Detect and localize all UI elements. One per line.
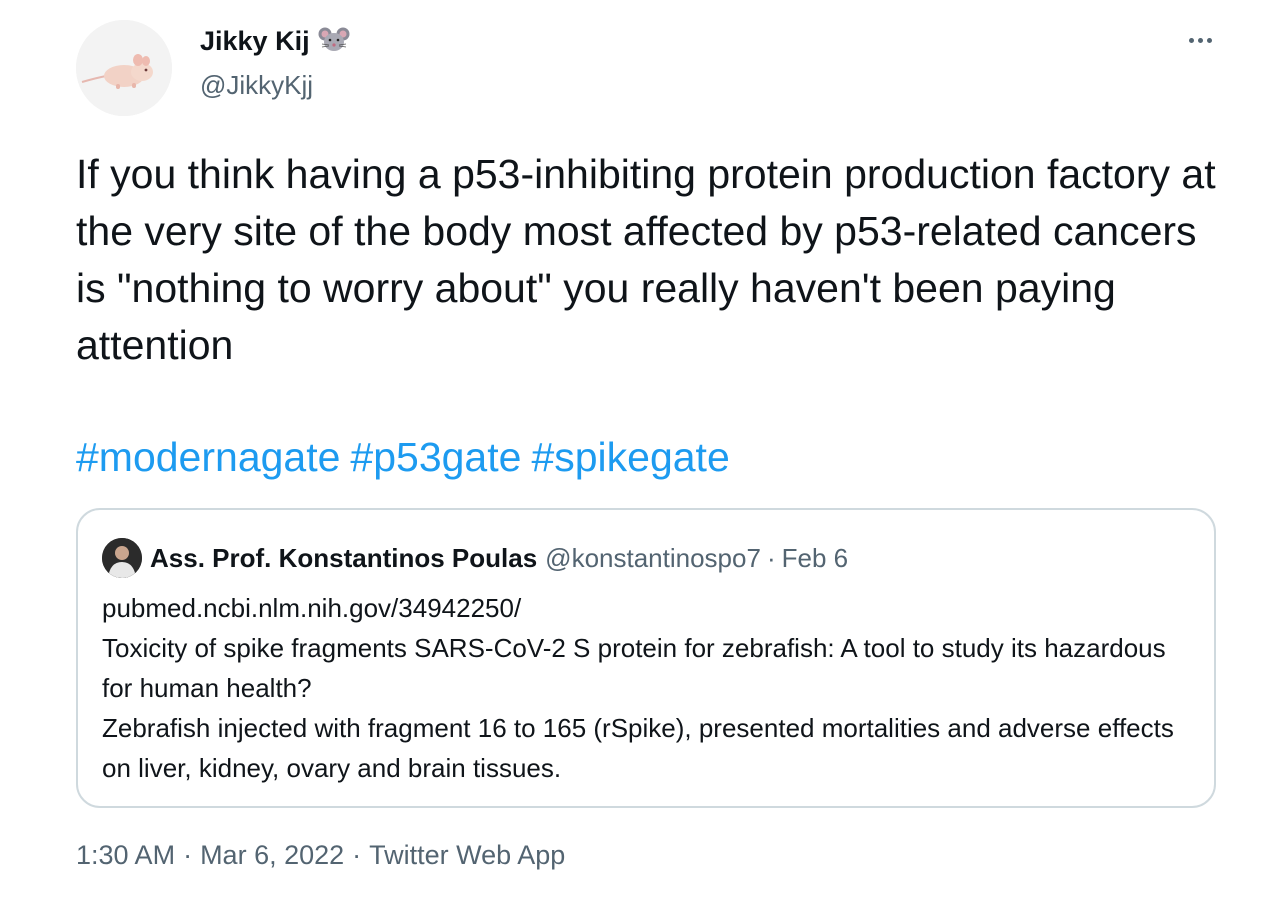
tweet-source[interactable]: Twitter Web App xyxy=(369,840,565,870)
mouse-face-icon xyxy=(318,26,350,57)
hashtag-link[interactable]: #spikegate xyxy=(531,434,729,480)
author-name-row: Jikky Kij xyxy=(200,26,350,57)
author-avatar[interactable] xyxy=(76,20,172,116)
author-handle[interactable]: @JikkyKjj xyxy=(200,70,313,101)
quoted-link-line: pubmed.ncbi.nlm.nih.gov/34942250/ xyxy=(102,593,522,623)
quoted-author-avatar[interactable] xyxy=(102,538,142,578)
quoted-tweet-body: pubmed.ncbi.nlm.nih.gov/34942250/ Toxici… xyxy=(102,588,1182,788)
quoted-author-name[interactable]: Ass. Prof. Konstantinos Poulas xyxy=(150,543,537,574)
tweet-time[interactable]: 1:30 AM xyxy=(76,840,175,870)
quoted-date[interactable]: Feb 6 xyxy=(782,543,849,574)
tweet-footer: 1:30 AM · Mar 6, 2022 · Twitter Web App xyxy=(76,840,565,871)
author-display-name[interactable]: Jikky Kij xyxy=(200,26,310,57)
hashtag-link[interactable]: #modernagate xyxy=(76,434,340,480)
quoted-tweet-header: Ass. Prof. Konstantinos Poulas @konstant… xyxy=(102,538,848,578)
mouse-avatar-image xyxy=(76,20,172,116)
tweet-card: Jikky Kij @JikkyKjj If you think having … xyxy=(0,0,1284,898)
quoted-author-handle[interactable]: @konstantinospo7 xyxy=(545,543,761,574)
more-options-button[interactable] xyxy=(1178,26,1222,54)
quoted-summary-line: Zebrafish injected with fragment 16 to 1… xyxy=(102,713,1174,783)
more-dot xyxy=(1188,37,1194,43)
quoted-separator: · xyxy=(766,542,776,573)
quoted-tweet[interactable]: Ass. Prof. Konstantinos Poulas @konstant… xyxy=(76,508,1216,808)
footer-separator: · xyxy=(352,840,362,870)
quoted-title-line: Toxicity of spike fragments SARS-CoV-2 S… xyxy=(102,633,1166,703)
tweet-text: If you think having a p53-inhibiting pro… xyxy=(76,151,1216,368)
hashtag-row: #modernagate #p53gate #spikegate xyxy=(76,429,740,486)
more-dot xyxy=(1197,37,1203,43)
tweet-date[interactable]: Mar 6, 2022 xyxy=(200,840,344,870)
hashtag-link[interactable]: #p53gate xyxy=(350,434,521,480)
footer-separator: · xyxy=(183,840,193,870)
more-dot xyxy=(1206,37,1212,43)
